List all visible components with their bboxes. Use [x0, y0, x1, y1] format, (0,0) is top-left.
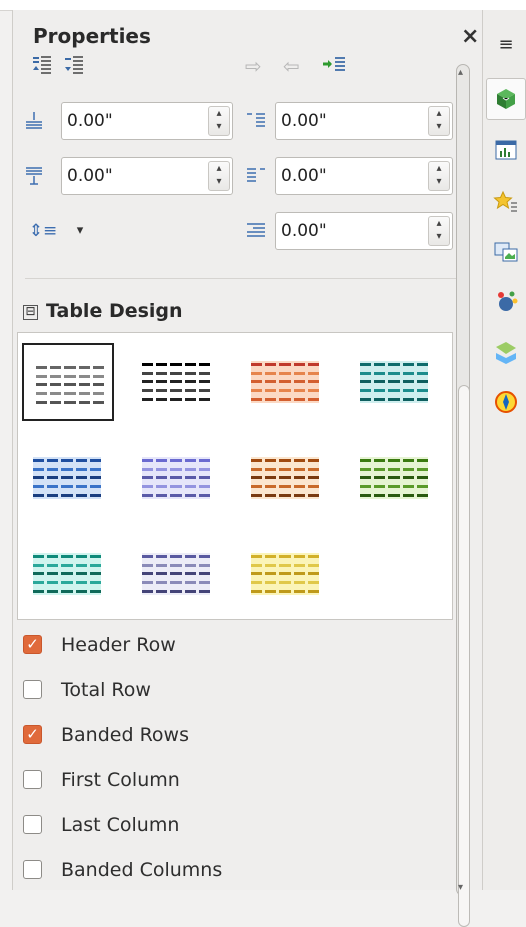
first-line-indent-icon [245, 220, 267, 242]
option-checkbox-banded-rows[interactable]: ✓ Banded Rows [23, 720, 283, 750]
table-style-preview [142, 361, 210, 403]
first-line-indent-field[interactable]: 0.00" ▴ ▾ [275, 212, 453, 250]
table-style-option[interactable] [240, 535, 332, 613]
table-style-option[interactable] [22, 439, 114, 517]
option-label: Banded Rows [61, 724, 189, 746]
table-design-header[interactable]: ⊟ Table Design [23, 300, 183, 322]
table-style-preview [142, 457, 210, 499]
checkbox-unchecked-icon[interactable] [23, 815, 42, 834]
option-checkbox-last-column[interactable]: Last Column [23, 810, 283, 840]
table-style-option[interactable] [131, 535, 223, 613]
close-icon[interactable]: × [461, 24, 479, 49]
indent-before-icon [245, 110, 267, 132]
styles-icon[interactable] [490, 186, 522, 218]
indent-after-field[interactable]: 0.00" ▴ ▾ [275, 157, 453, 195]
indent-before-value: 0.00" [281, 111, 327, 131]
option-label: Last Column [61, 814, 180, 836]
navigator-icon[interactable] [490, 286, 522, 318]
table-style-preview [33, 553, 101, 595]
indent-after-icon [245, 165, 267, 187]
chevron-down-icon[interactable]: ▾ [69, 220, 91, 242]
checkbox-unchecked-icon[interactable] [23, 770, 42, 789]
manage-changes-icon[interactable] [490, 336, 522, 368]
indent-increase-icon[interactable]: ⇨ [245, 54, 262, 78]
insert-rows-below-icon[interactable] [63, 54, 85, 76]
spacing-below-stepper[interactable]: ▴ ▾ [208, 161, 230, 191]
indent-after-value: 0.00" [281, 166, 327, 186]
table-style-preview [36, 364, 104, 406]
checkbox-checked-icon[interactable]: ✓ [23, 725, 42, 744]
spacing-above-field[interactable]: 0.00" ▴ ▾ [61, 102, 233, 140]
spacing-below-field[interactable]: 0.00" ▴ ▾ [61, 157, 233, 195]
option-checkbox-total-row[interactable]: Total Row [23, 675, 283, 705]
collapse-toggle-icon[interactable]: ⊟ [23, 305, 38, 320]
table-style-option[interactable] [22, 343, 114, 421]
checkbox-unchecked-icon[interactable] [23, 860, 42, 879]
panel-title: Properties [33, 24, 151, 48]
page-icon[interactable] [490, 134, 522, 166]
insert-rows-above-icon[interactable] [31, 54, 53, 76]
table-style-gallery [17, 332, 453, 620]
gallery-icon[interactable] [490, 236, 522, 268]
indent-decrease-icon[interactable]: ⇦ [283, 54, 300, 78]
properties-icon[interactable] [486, 78, 526, 120]
spacing-above-value: 0.00" [67, 111, 113, 131]
option-label: Banded Columns [61, 859, 223, 881]
option-label: First Column [61, 769, 180, 791]
table-style-option[interactable] [349, 343, 441, 421]
scrollbar-thumb[interactable] [458, 385, 470, 927]
table-style-option[interactable] [22, 535, 114, 613]
spacing-above-stepper[interactable]: ▴ ▾ [208, 106, 230, 136]
compass-icon[interactable] [490, 386, 522, 418]
table-style-option[interactable] [349, 439, 441, 517]
option-label: Total Row [61, 679, 151, 701]
scroll-up-icon[interactable]: ▴ [458, 67, 463, 78]
spacing-below-value: 0.00" [67, 166, 113, 186]
spacing-above-icon [23, 110, 45, 132]
scroll-down-icon[interactable]: ▾ [458, 882, 463, 893]
table-style-preview [251, 553, 319, 595]
table-style-preview [33, 457, 101, 499]
first-line-indent-stepper[interactable]: ▴ ▾ [428, 216, 450, 246]
line-spacing-glyph: ⇕≡ [28, 221, 58, 241]
sidebar-deck: ≡ [482, 10, 526, 890]
properties-panel: Properties × ⇨ ⇦ 0.00" ▴ ▾ 0.00" ▴ ▾ 0.00"… [12, 10, 483, 927]
table-style-option[interactable] [240, 439, 332, 517]
paragraph-after-icon[interactable] [321, 54, 347, 76]
spacing-below-icon [23, 165, 45, 187]
section-divider [25, 278, 465, 279]
checkbox-checked-icon[interactable]: ✓ [23, 635, 42, 654]
line-spacing-icon[interactable]: ⇕≡ [23, 220, 63, 242]
vertical-scrollbar[interactable]: ▴ ▾ [456, 64, 470, 927]
option-checkbox-first-column[interactable]: First Column [23, 765, 283, 795]
option-label: Header Row [61, 634, 176, 656]
sidebar-menu-icon[interactable]: ≡ [490, 28, 522, 60]
indent-before-field[interactable]: 0.00" ▴ ▾ [275, 102, 453, 140]
indent-after-stepper[interactable]: ▴ ▾ [428, 161, 450, 191]
indent-before-stepper[interactable]: ▴ ▾ [428, 106, 450, 136]
table-style-option[interactable] [131, 439, 223, 517]
table-style-preview [142, 553, 210, 595]
table-design-title: Table Design [46, 300, 183, 322]
table-style-preview [251, 361, 319, 403]
first-line-indent-value: 0.00" [281, 221, 327, 241]
checkbox-unchecked-icon[interactable] [23, 680, 42, 699]
option-checkbox-banded-columns[interactable]: Banded Columns [23, 855, 283, 885]
table-style-preview [360, 457, 428, 499]
table-style-option[interactable] [240, 343, 332, 421]
table-style-option[interactable] [131, 343, 223, 421]
option-checkbox-header-row[interactable]: ✓ Header Row [23, 630, 283, 660]
table-style-preview [251, 457, 319, 499]
table-style-preview [360, 361, 428, 403]
